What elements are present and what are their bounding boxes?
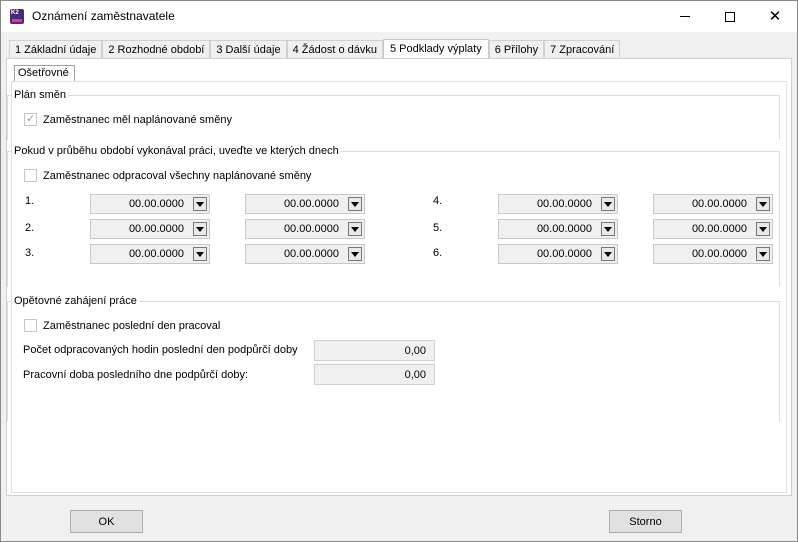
date-from-field[interactable]: 00.00.0000	[90, 244, 210, 264]
row-number: 5.	[433, 222, 443, 234]
date-to-field[interactable]: 00.00.0000	[653, 244, 773, 264]
date-from-field[interactable]: 00.00.0000	[90, 194, 210, 214]
all-shifts-label: Zaměstnanec odpracoval všechny naplánova…	[43, 169, 312, 182]
date-from-field[interactable]: 00.00.0000	[498, 194, 618, 214]
checkbox-checked-icon	[24, 112, 37, 126]
dropdown-arrow-icon[interactable]	[193, 197, 207, 211]
dropdown-arrow-icon[interactable]	[348, 247, 362, 261]
row-number: 1.	[25, 195, 35, 207]
tab-zakladni-udaje[interactable]: 1 Základní údaje	[9, 40, 103, 59]
working-time-label: Pracovní doba posledního dne podpůrčí do…	[23, 369, 249, 381]
group-work-days: Pokud v průběhu období vykonával práci, …	[7, 145, 780, 287]
hours-worked-label: Počet odpracovaných hodin poslední den p…	[23, 344, 298, 356]
dropdown-arrow-icon[interactable]	[601, 222, 615, 236]
date-to-field[interactable]: 00.00.0000	[245, 194, 365, 214]
date-from-field[interactable]: 00.00.0000	[498, 244, 618, 264]
group-title: Pokud v průběhu období vykonával práci, …	[12, 145, 341, 157]
maximize-icon	[725, 11, 735, 22]
hours-worked-field[interactable]: 0,00	[314, 340, 435, 361]
dropdown-arrow-icon[interactable]	[348, 222, 362, 236]
tab-strip: 1 Základní údaje 2 Rozhodné období 3 Dal…	[9, 39, 621, 59]
tab-zpracovani[interactable]: 7 Zpracování	[544, 40, 621, 59]
title-bar: K2 Oznámení zaměstnavatele ✕	[1, 1, 797, 32]
date-to-field[interactable]: 00.00.0000	[653, 219, 773, 239]
close-button[interactable]: ✕	[752, 1, 798, 32]
date-from-field[interactable]: 00.00.0000	[90, 219, 210, 239]
date-to-field[interactable]: 00.00.0000	[245, 219, 365, 239]
last-day-worked-checkbox[interactable]: Zaměstnanec poslední den pracoval	[24, 319, 220, 332]
tab-podklady-vyplaty[interactable]: 5 Podklady výplaty	[382, 39, 489, 59]
dropdown-arrow-icon[interactable]	[601, 197, 615, 211]
row-number: 6.	[433, 247, 443, 259]
window-title: Oznámení zaměstnavatele	[32, 9, 175, 23]
last-day-worked-label: Zaměstnanec poslední den pracoval	[43, 319, 221, 332]
row-number: 4.	[433, 195, 443, 207]
dialog-footer: OK Storno	[1, 499, 797, 541]
group-resume-work: Opětovné zahájení práce Zaměstnanec posl…	[7, 295, 780, 421]
dropdown-arrow-icon[interactable]	[348, 197, 362, 211]
dropdown-arrow-icon[interactable]	[756, 197, 770, 211]
maximize-button[interactable]	[707, 1, 753, 32]
tab-prilohy[interactable]: 6 Přílohy	[488, 40, 545, 59]
row-number: 2.	[25, 222, 35, 234]
tab-zadost-o-davku[interactable]: 4 Žádost o dávku	[286, 40, 383, 59]
checkbox-icon	[24, 169, 37, 182]
k2-app-icon: K2	[10, 9, 24, 24]
ok-button[interactable]: OK	[70, 510, 143, 533]
minimize-icon	[680, 16, 690, 17]
group-title: Opětovné zahájení práce	[12, 295, 139, 307]
date-to-field[interactable]: 00.00.0000	[245, 244, 365, 264]
dropdown-arrow-icon[interactable]	[756, 222, 770, 236]
subtab-osetrovne[interactable]: Ošetřovné	[14, 65, 75, 82]
tab-rozhodne-obdobi[interactable]: 2 Rozhodné období	[102, 40, 211, 59]
planned-shifts-label: Zaměstnanec měl naplánované směny	[43, 113, 232, 126]
group-title: Plán směn	[12, 89, 68, 101]
subtab-panel	[11, 81, 787, 493]
cancel-button[interactable]: Storno	[609, 510, 682, 533]
minimize-button[interactable]	[662, 1, 708, 32]
planned-shifts-checkbox[interactable]: Zaměstnanec měl naplánované směny	[24, 112, 232, 126]
checkbox-icon	[24, 319, 37, 332]
dialog-window: K2 Oznámení zaměstnavatele ✕ 1 Základní …	[0, 0, 798, 542]
date-to-field[interactable]: 00.00.0000	[653, 194, 773, 214]
tab-dalsi-udaje[interactable]: 3 Další údaje	[210, 40, 287, 59]
dropdown-arrow-icon[interactable]	[193, 247, 207, 261]
working-time-field[interactable]: 0,00	[314, 364, 435, 385]
row-number: 3.	[25, 247, 35, 259]
dropdown-arrow-icon[interactable]	[601, 247, 615, 261]
dropdown-arrow-icon[interactable]	[193, 222, 207, 236]
dropdown-arrow-icon[interactable]	[756, 247, 770, 261]
close-icon: ✕	[768, 8, 782, 25]
all-shifts-checkbox[interactable]: Zaměstnanec odpracoval všechny naplánova…	[24, 169, 311, 182]
date-from-field[interactable]: 00.00.0000	[498, 219, 618, 239]
group-plan-smen: Plán směn Zaměstnanec měl naplánované sm…	[7, 89, 780, 140]
